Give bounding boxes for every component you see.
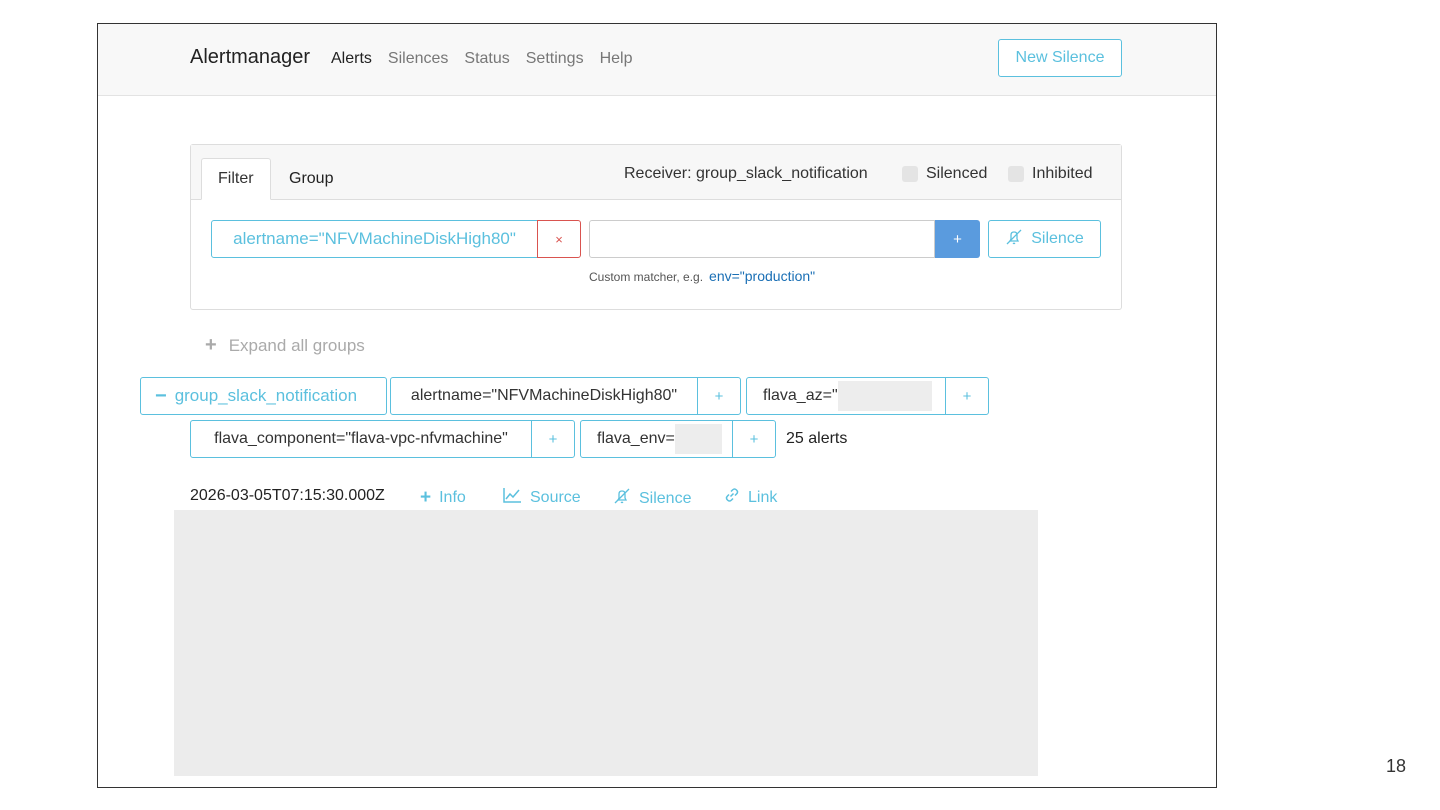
silence-filter-button[interactable]: Silence [988, 220, 1101, 258]
group-label-alertname[interactable]: alertname="NFVMachineDiskHigh80" [390, 377, 698, 415]
add-label-filter-button[interactable]: + [697, 377, 741, 415]
filter-card-header: Filter Group Receiver: group_slack_notif… [191, 145, 1121, 200]
nav-item-silences[interactable]: Silences [388, 50, 448, 68]
remove-matcher-button[interactable]: × [537, 220, 581, 258]
link-icon [724, 487, 740, 508]
alert-timestamp: 2026-03-05T07:15:30.000Z [190, 487, 385, 504]
filter-matcher-chip[interactable]: alertname="NFVMachineDiskHigh80" [211, 220, 538, 258]
group-label-flava-env[interactable]: flava_env= [580, 420, 733, 458]
line-chart-icon [503, 487, 522, 508]
checkbox-box[interactable] [902, 166, 918, 182]
nav-item-alerts[interactable]: Alerts [331, 50, 372, 68]
inhibited-label: Inhibited [1032, 165, 1093, 182]
redacted-alert-details [174, 510, 1038, 776]
nav-item-help[interactable]: Help [600, 50, 633, 68]
expand-all-groups[interactable]: + Expand all groups [205, 334, 365, 357]
slide-page-number: 18 [1386, 756, 1407, 776]
label-text: flava_az=" [763, 387, 838, 404]
source-label: Source [530, 488, 581, 506]
bell-slash-icon [613, 487, 631, 510]
brand[interactable]: Alertmanager [190, 46, 310, 69]
silenced-label: Silenced [926, 165, 988, 182]
inhibited-checkbox[interactable]: Inhibited [1008, 165, 1093, 183]
nav-item-status[interactable]: Status [464, 50, 509, 68]
redacted-value [674, 424, 722, 454]
plus-icon: + [420, 487, 432, 508]
bell-slash-icon [1005, 228, 1023, 251]
filter-card: Filter Group Receiver: group_slack_notif… [190, 144, 1122, 310]
info-label: Info [439, 489, 466, 506]
redacted-value [837, 381, 932, 411]
silence-label: Silence [639, 489, 692, 507]
label-text: flava_env= [597, 430, 675, 447]
add-label-filter-button[interactable]: + [531, 420, 575, 458]
add-label-filter-button[interactable]: + [732, 420, 776, 458]
group-collapse-toggle[interactable]: − group_slack_notification [140, 377, 387, 415]
custom-matcher-hint: Custom matcher, e.g. env="production" [589, 268, 815, 284]
minus-icon: − [155, 384, 167, 407]
add-matcher-button[interactable]: + [935, 220, 980, 258]
silence-filter-label: Silence [1031, 230, 1084, 247]
new-silence-button[interactable]: New Silence [998, 39, 1122, 77]
tab-group[interactable]: Group [273, 158, 349, 200]
group-name: group_slack_notification [174, 386, 358, 405]
group-label-flava-az[interactable]: flava_az=" [746, 377, 946, 415]
plus-icon: + [205, 334, 217, 356]
hint-example: env="production" [709, 268, 816, 284]
receiver-selector[interactable]: Receiver: group_slack_notification [624, 165, 868, 183]
alert-count: 25 alerts [786, 430, 848, 447]
add-label-filter-button[interactable]: + [945, 377, 989, 415]
navbar: Alertmanager Alerts Silences Status Sett… [98, 24, 1216, 96]
alert-link[interactable]: Link [724, 487, 777, 508]
alert-source-link[interactable]: Source [503, 487, 581, 508]
silenced-checkbox[interactable]: Silenced [902, 165, 987, 183]
nav-item-settings[interactable]: Settings [526, 50, 584, 68]
custom-matcher-input[interactable] [589, 220, 935, 258]
alert-silence-button[interactable]: Silence [613, 487, 691, 510]
expand-all-label: Expand all groups [228, 335, 365, 355]
link-label: Link [748, 488, 778, 506]
browser-frame: Alertmanager Alerts Silences Status Sett… [97, 23, 1217, 788]
alert-info-button[interactable]: + Info [420, 487, 466, 509]
group-label-flava-component[interactable]: flava_component="flava-vpc-nfvmachine" [190, 420, 532, 458]
tab-filter[interactable]: Filter [201, 158, 271, 200]
checkbox-box[interactable] [1008, 166, 1024, 182]
nav-menu: Alerts Silences Status Settings Help [331, 50, 632, 68]
hint-text: Custom matcher, e.g. [589, 270, 704, 284]
